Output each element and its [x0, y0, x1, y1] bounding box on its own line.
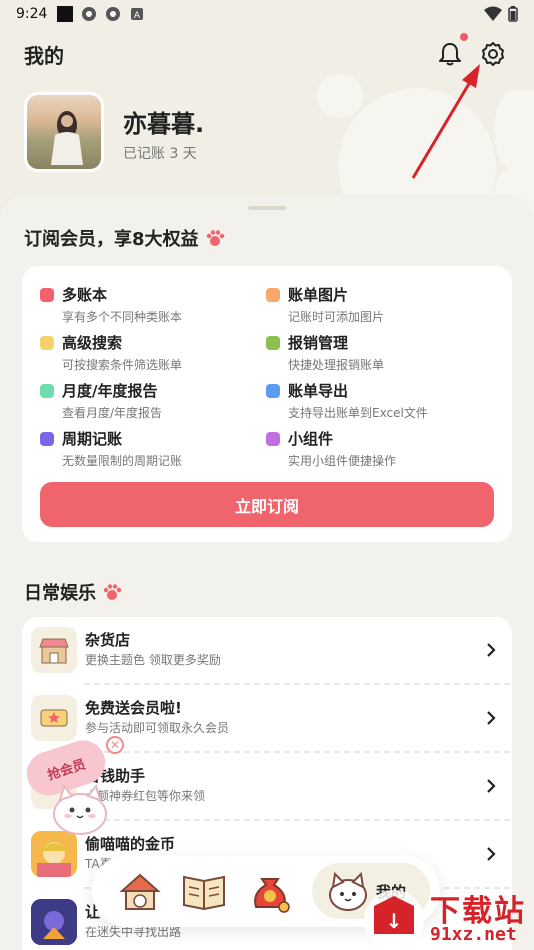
cat-mascot-icon[interactable] [20, 742, 120, 837]
list-item-title: 杂货店 [85, 631, 131, 649]
benefit-color-dot [266, 432, 280, 446]
chevron-right-icon [487, 847, 496, 861]
benefit-desc: 支持导出账单到Excel文件 [288, 406, 428, 420]
paw-icon [206, 230, 224, 246]
svg-text:A: A [134, 11, 141, 21]
benefit-desc: 快捷处理报销账单 [288, 358, 385, 372]
status-time: 9:24 [16, 6, 48, 22]
sheet-handle[interactable] [248, 206, 286, 210]
username: 亦暮暮. [123, 110, 205, 138]
subscribe-button[interactable]: 立即订阅 [40, 482, 494, 527]
entertainment-title-text: 日常娱乐 [24, 583, 96, 604]
benefit-color-dot [40, 384, 54, 398]
gear-icon[interactable] [479, 40, 507, 68]
benefit-color-dot [40, 336, 54, 350]
book-icon[interactable] [178, 865, 230, 917]
benefit-name: 月度/年度报告 [62, 382, 158, 400]
benefit-color-dot [40, 288, 54, 302]
entertainment-section-title: 日常娱乐 [24, 579, 122, 605]
money-bag-icon[interactable] [244, 865, 296, 917]
notification-dot [460, 33, 468, 41]
ticket-icon [31, 695, 77, 741]
decor-paw-toe [494, 90, 534, 170]
benefit-name: 账单图片 [288, 286, 349, 304]
benefit-name: 账单导出 [288, 382, 349, 400]
avatar-image [51, 111, 83, 165]
benefit-desc: 无数量限制的周期记账 [62, 454, 183, 468]
watermark-url: 91xz.net [430, 924, 517, 945]
chevron-right-icon [487, 643, 496, 657]
list-item-subtitle: 更换主题色 领取更多奖励 [85, 653, 221, 667]
benefit-color-dot [266, 384, 280, 398]
chevron-right-icon [487, 779, 496, 793]
battery-icon [508, 6, 518, 22]
avatar[interactable] [24, 92, 104, 172]
benefit-desc: 查看月度/年度报告 [62, 406, 163, 420]
decor-paw-toe [316, 74, 364, 118]
status-bar: 9:24 A [0, 0, 534, 28]
benefit-desc: 实用小组件便捷操作 [288, 454, 397, 468]
membership-section-title: 订阅会员，享8大权益 [24, 225, 225, 251]
benefit-desc: 享有多个不同种类账本 [62, 310, 183, 324]
wifi-icon [484, 6, 502, 21]
notification-square-icon [57, 6, 74, 22]
days-recorded: 已记账 3 天 [123, 146, 197, 162]
app-notification-icon [106, 7, 121, 21]
close-icon[interactable]: ✕ [106, 736, 124, 754]
shop-icon [31, 627, 77, 673]
paw-icon [103, 584, 122, 600]
app-notification-icon [82, 7, 97, 21]
page-title: 我的 [24, 44, 64, 68]
benefit-name: 周期记账 [62, 430, 123, 448]
game-maze-icon [31, 899, 77, 945]
benefit-name: 多账本 [62, 286, 108, 304]
membership-title-text: 订阅会员，享8大权益 [24, 229, 199, 250]
chevron-right-icon [487, 711, 496, 725]
game-coin-icon [31, 831, 77, 877]
list-item-subtitle: 参与活动即可领取永久会员 [85, 721, 230, 735]
benefit-color-dot [266, 288, 280, 302]
benefit-color-dot [266, 336, 280, 350]
list-item-title: 免费送会员啦! [85, 699, 182, 717]
list-item-shop[interactable]: 杂货店 更换主题色 领取更多奖励 [22, 617, 512, 685]
svg-text:↓: ↓ [386, 909, 403, 933]
benefit-name: 小组件 [288, 430, 334, 448]
app-notification-icon: A [131, 8, 144, 21]
house-icon[interactable] [114, 865, 166, 917]
benefit-name: 报销管理 [288, 334, 349, 352]
benefit-desc: 记账时可添加图片 [288, 310, 385, 324]
bell-icon[interactable] [436, 40, 464, 68]
benefit-color-dot [40, 432, 54, 446]
benefit-desc: 可按搜索条件筛选账单 [62, 358, 183, 372]
benefit-name: 高级搜索 [62, 334, 123, 352]
